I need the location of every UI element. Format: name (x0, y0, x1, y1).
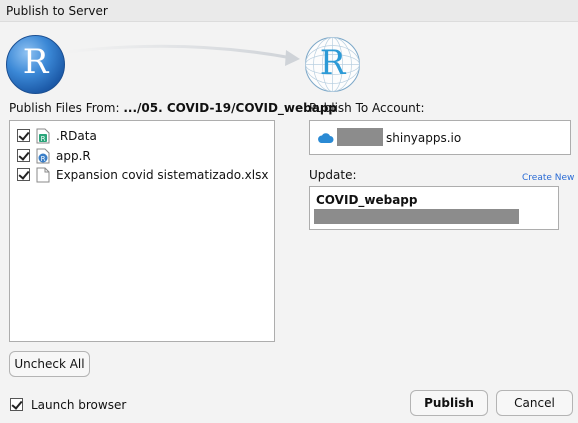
launch-browser-checkbox[interactable] (10, 398, 23, 411)
account-selector[interactable]: shinyapps.io (309, 120, 571, 155)
update-label: Update: (309, 168, 357, 182)
account-server: shinyapps.io (386, 131, 462, 145)
file-checkbox-rdata[interactable] (17, 129, 30, 142)
file-checkbox-app-r[interactable] (17, 149, 30, 162)
svg-text:R: R (41, 155, 46, 163)
r-script-icon: R (36, 148, 50, 164)
shiny-logo-letter: R (319, 43, 346, 83)
publish-account-label: Publish To Account: (309, 101, 425, 115)
app-url-redacted (314, 209, 519, 224)
account-name-redacted (337, 128, 383, 146)
shiny-logo-icon: R (303, 35, 362, 94)
svg-text:R: R (41, 135, 46, 143)
uncheck-all-button[interactable]: Uncheck All (9, 351, 90, 377)
blank-file-icon (36, 167, 50, 183)
files-list: R .RData R app.R Expansion covid sistema… (9, 120, 275, 342)
update-app-selector[interactable]: COVID_webapp (309, 186, 559, 230)
publish-arrow-icon (65, 44, 300, 66)
file-name: Expansion covid sistematizado.xlsx (56, 168, 269, 182)
update-app-name: COVID_webapp (316, 193, 418, 207)
launch-browser-label: Launch browser (31, 398, 127, 412)
publish-button[interactable]: Publish (410, 390, 488, 416)
publish-files-label: Publish Files From: .../05. COVID-19/COV… (9, 101, 337, 115)
file-checkbox-xlsx[interactable] (17, 168, 30, 181)
file-name: .RData (56, 129, 97, 143)
publish-files-label-prefix: Publish Files From: (9, 101, 124, 115)
r-logo-letter: R (22, 42, 49, 82)
rdata-file-icon: R (36, 128, 50, 144)
title-bar: Publish to Server (0, 0, 578, 22)
cloud-icon (318, 133, 334, 143)
r-logo-icon: R (6, 35, 65, 94)
window-title: Publish to Server (6, 4, 108, 18)
publish-files-path: .../05. COVID-19/COVID_webapp (123, 101, 337, 115)
file-name: app.R (56, 149, 91, 163)
cancel-button[interactable]: Cancel (496, 390, 573, 416)
create-new-link[interactable]: Create New (522, 173, 574, 183)
